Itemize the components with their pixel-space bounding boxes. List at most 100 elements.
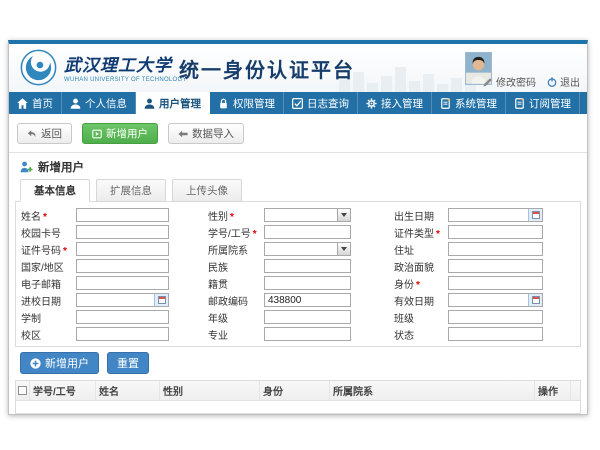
nav-tab-system-mgmt[interactable]: 系统管理 [432,92,506,114]
submit-add-user-button[interactable]: 新增用户 [20,352,99,374]
table-header-0: 学号/工号 [29,381,95,400]
calendar-icon[interactable] [528,209,542,221]
form-row-id-number: 证件号码* [21,242,169,256]
field-label-identity: 身份* [394,276,448,291]
skyline-graphic [339,67,476,92]
account-links: 修改密码 退出 [483,74,580,89]
section-header: 新增用户 [9,153,587,179]
form-row-email: 电子邮箱 [21,276,169,290]
form-column-2: 性别*学号/工号*所属院系民族籍贯邮政编码年级专业 [208,208,351,344]
field-input-major[interactable] [264,327,351,341]
plus-circle-icon [30,358,41,369]
nav-tab-log-query[interactable]: 日志查询 [284,92,358,114]
field-input-status[interactable] [448,327,543,341]
add-user-icon [20,161,33,173]
calendar-icon[interactable] [528,294,542,306]
field-label-student-staff-no: 学号/工号* [208,225,264,240]
required-asterisk: * [43,212,47,223]
field-label-address: 住址 [394,242,448,257]
field-valid-date [448,293,543,307]
table-header-filler [570,381,580,400]
tab-extended-info[interactable]: 扩展信息 [96,179,166,202]
nav-tab-label: 个人信息 [85,96,127,111]
required-asterisk: * [436,229,440,240]
form-row-department: 所属院系 [208,242,351,256]
add-user-toolbar-button[interactable]: 新增用户 [82,123,158,144]
field-input-native-place[interactable] [264,276,351,290]
import-arrow-icon [178,129,188,139]
field-input-political-status[interactable] [448,259,543,273]
tab-upload-avatar[interactable]: 上传头像 [172,179,242,202]
field-input-name[interactable] [76,208,169,222]
back-button-label: 返回 [41,126,62,141]
new-window-icon [92,129,102,139]
required-asterisk: * [253,229,257,240]
university-name-block: 武汉理工大学 WUHAN UNIVERSITY OF TECHNOLOGY [64,51,187,83]
dropdown-arrow-icon[interactable] [337,209,350,221]
field-input-class[interactable] [448,310,543,324]
nav-tab-permission-mgmt[interactable]: 权限管理 [210,92,284,114]
field-input-valid-date[interactable] [449,294,528,306]
university-name: 武汉理工大学 [64,51,187,76]
tab-basic-info[interactable]: 基本信息 [20,179,90,202]
field-input-address[interactable] [448,242,543,256]
data-import-label: 数据导入 [192,126,234,141]
field-input-entry-date[interactable] [77,294,154,306]
form-row-native-place: 籍贯 [208,276,351,290]
field-input-grade[interactable] [264,310,351,324]
form-row-id-type: 证件类型* [394,225,543,239]
dropdown-arrow-icon[interactable] [337,243,350,255]
field-input-postal-code[interactable] [264,293,351,307]
table-header-4: 所属院系 [329,381,534,400]
field-input-ethnicity[interactable] [264,259,351,273]
table-header-5: 操作 [534,381,570,400]
back-arrow-icon [27,129,37,139]
field-input-email[interactable] [76,276,169,290]
power-icon [547,77,557,87]
form-row-address: 住址 [394,242,543,256]
field-gender[interactable] [264,208,351,222]
nav-tab-personal-info[interactable]: 个人信息 [62,92,136,114]
field-input-id-type[interactable] [448,225,543,239]
field-label-campus: 校区 [21,327,76,342]
form-row-study-length: 学制 [21,310,169,324]
select-all-checkbox[interactable] [18,386,27,395]
logout-link[interactable]: 退出 [547,74,580,89]
calendar-icon[interactable] [154,294,168,306]
nav-tab-home[interactable]: 首页 [9,92,62,114]
table-header-2: 性别 [159,381,259,400]
field-label-name: 姓名* [21,208,76,223]
field-input-country-region[interactable] [76,259,169,273]
field-input-campus[interactable] [76,327,169,341]
nav-tab-subscription-mgmt[interactable]: 订阅管理 [506,92,580,114]
field-input-birth-date[interactable] [449,209,528,221]
logout-label: 退出 [560,74,580,89]
required-asterisk: * [416,280,420,291]
nav-tab-label: 订阅管理 [529,96,571,111]
field-input-study-length[interactable] [76,310,169,324]
field-label-political-status: 政治面貌 [394,259,448,274]
field-input-identity[interactable] [448,276,543,290]
form-panel: 姓名*校园卡号证件号码*国家/地区电子邮箱进校日期学制校区 性别*学号/工号*所… [15,201,581,347]
pencil-icon [483,77,493,87]
field-label-major: 专业 [208,327,264,342]
field-input-id-number[interactable] [76,242,169,256]
field-label-country-region: 国家/地区 [21,259,76,274]
back-button[interactable]: 返回 [17,123,72,144]
reset-button[interactable]: 重置 [107,352,149,374]
nav-tab-user-mgmt[interactable]: 用户管理 [136,92,210,114]
change-password-link[interactable]: 修改密码 [483,74,536,89]
user-icon [144,98,155,109]
form-column-1: 姓名*校园卡号证件号码*国家/地区电子邮箱进校日期学制校区 [21,208,169,344]
field-input-student-staff-no[interactable] [264,225,351,239]
form-tabs: 基本信息扩展信息上传头像 [9,179,587,201]
app-window: 武汉理工大学 WUHAN UNIVERSITY OF TECHNOLOGY 统一… [8,40,588,415]
data-import-button[interactable]: 数据导入 [168,123,244,144]
field-input-campus-card-no[interactable] [76,225,169,239]
form-row-name: 姓名* [21,208,169,222]
field-department[interactable] [264,242,351,256]
lock-icon [218,98,229,109]
nav-tab-access-mgmt[interactable]: 接入管理 [358,92,432,114]
field-label-id-type: 证件类型* [394,225,448,240]
field-label-status: 状态 [394,327,448,342]
